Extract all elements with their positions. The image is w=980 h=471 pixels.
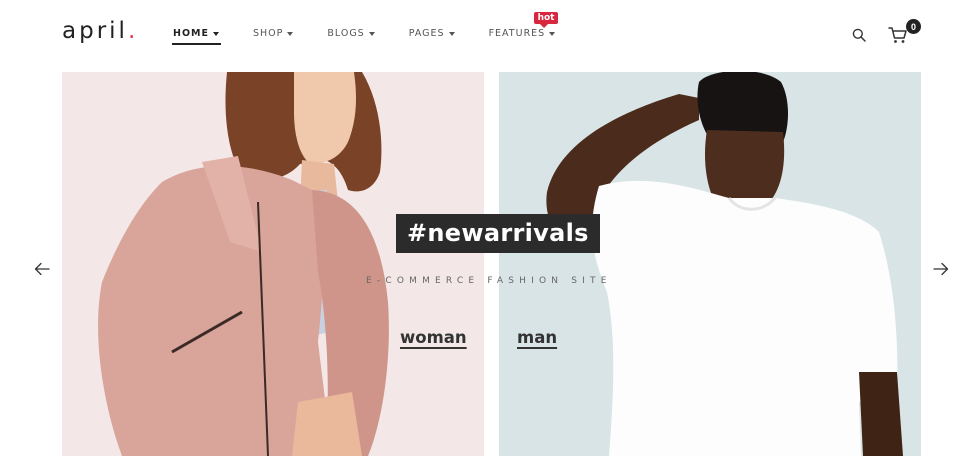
hero-image-woman[interactable] [62,72,484,456]
woman-model-illustration [98,72,389,456]
nav-item-pages[interactable]: PAGES [409,28,455,39]
chevron-down-icon [212,31,219,36]
nav-item-home[interactable]: HOME [172,28,221,45]
cart-count-badge: 0 [906,19,921,34]
nav-item-shop[interactable]: SHOP [252,28,294,39]
chevron-down-icon [549,31,556,36]
shop-man-link[interactable]: man [517,328,557,347]
chevron-down-icon [448,31,455,36]
hero-tagline: E-COMMERCE FASHION SITE [366,276,612,286]
nav-item-blogs[interactable]: BLOGS [327,28,375,39]
hero-image-man[interactable] [499,72,921,456]
brand-dot: . [127,18,139,44]
main-nav: HOME SHOP BLOGS PAGES FEATURES hot [172,12,589,45]
brand-logo[interactable]: april. [62,18,138,44]
arrow-right-icon[interactable] [933,262,949,276]
hero-slider: #newarrivals E-COMMERCE FASHION SITE wom… [0,72,980,456]
nav-item-label: PAGES [408,28,445,39]
shop-woman-link[interactable]: woman [400,328,467,347]
nav-item-label: SHOP [252,28,284,39]
man-model-illustration [546,72,903,456]
hero-headline: #newarrivals [396,214,600,253]
nav-item-label: HOME [173,28,209,39]
chevron-down-icon [368,31,375,36]
chevron-down-icon [287,31,294,36]
nav-item-features[interactable]: FEATURES hot [488,12,559,39]
nav-item-label: BLOGS [327,28,365,39]
search-icon[interactable] [852,28,866,42]
site-header: april. HOME SHOP BLOGS PAGES FEATURES hot… [0,0,980,70]
arrow-left-icon[interactable] [34,262,50,276]
brand-name: april [62,18,128,44]
cart-icon[interactable] [888,26,908,44]
nav-item-label: FEATURES [488,28,546,39]
hot-badge: hot [533,12,559,28]
